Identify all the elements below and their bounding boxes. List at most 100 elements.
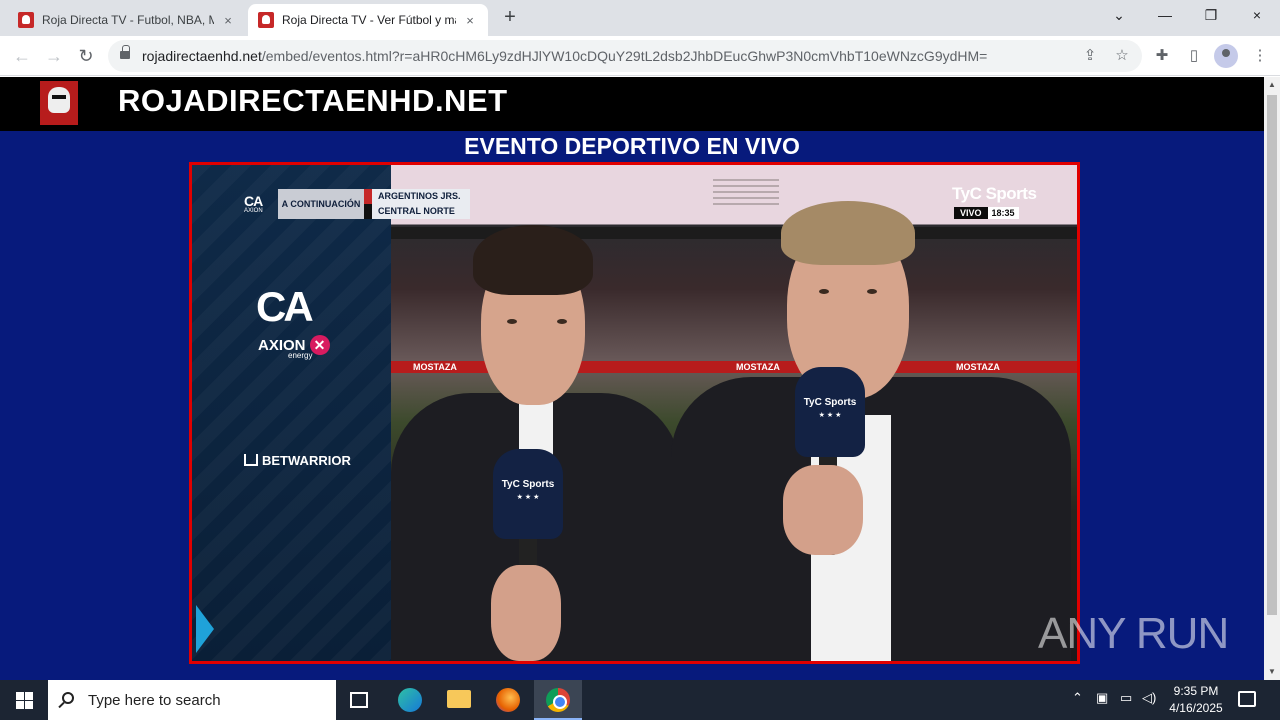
blue-arrow-graphic [196, 605, 214, 653]
scroll-thumb[interactable] [1267, 95, 1277, 615]
site-title[interactable]: ROJADIRECTAENHD.NET [118, 83, 508, 119]
page-scrollbar[interactable]: ▲ ▼ [1264, 77, 1280, 680]
next-match-label: A CONTINUACIÓN [278, 189, 364, 219]
site-favicon-icon [18, 12, 34, 28]
axion-energy-label: energy [288, 351, 313, 360]
presenter-right-eye [819, 289, 829, 294]
team-central-norte: CENTRAL NORTE [364, 204, 470, 219]
tyc-sports-logo: TyC Sports [952, 184, 1037, 203]
taskbar-date[interactable]: 4/16/2025 [1160, 701, 1232, 715]
live-label: VIVO [954, 207, 988, 219]
page-viewport: ROJADIRECTAENHD.NET EVENTO DEPORTIVO EN … [0, 77, 1264, 680]
video-player[interactable]: CA AXION ✕ energy BETWARRIOR CA MOSTAZA M… [189, 162, 1080, 664]
tab-search-chevron-icon[interactable]: ⌄ [1096, 0, 1142, 32]
folder-icon [447, 690, 471, 708]
tab-close-icon[interactable]: × [462, 13, 478, 28]
back-button[interactable]: ← [8, 42, 36, 70]
presenter-left-hand [491, 565, 561, 661]
start-button[interactable] [0, 680, 48, 720]
task-view-icon [350, 692, 368, 708]
lock-icon[interactable] [120, 45, 130, 61]
presenter-left-eye [507, 319, 517, 324]
profile-avatar[interactable] [1214, 44, 1238, 68]
windows-logo-icon [16, 701, 24, 709]
search-icon [62, 692, 74, 704]
presenter-right-eye [867, 289, 877, 294]
presenter-left-hair [473, 225, 593, 295]
presenter-right-hair [781, 201, 915, 265]
browser-toolbar: ← → ↻ rojadirectaenhd.net/embed/eventos.… [0, 36, 1280, 76]
bookmark-star-icon[interactable]: ☆ [1112, 46, 1132, 66]
mic-stars: ★ ★ ★ [516, 494, 540, 501]
betwarrior-icon [244, 454, 258, 466]
file-explorer-taskbar-button[interactable] [435, 680, 483, 720]
wall-sign [713, 175, 779, 221]
tab-close-icon[interactable]: × [220, 13, 236, 28]
mic-brand-label: TyC Sports [501, 479, 555, 490]
site-favicon-icon [258, 12, 274, 28]
tray-chevron-icon[interactable]: ⌃ [1072, 690, 1083, 706]
edge-icon [398, 688, 422, 712]
windows-logo-icon [25, 692, 33, 700]
overlay-axion-label: AXION [244, 208, 263, 214]
team-argentinos: ARGENTINOS JRS. [364, 189, 470, 204]
live-indicator: VIVO 18:35 [954, 207, 1019, 219]
ad-board-text: MOSTAZA [736, 362, 780, 372]
task-view-button[interactable] [336, 680, 384, 720]
scroll-down-arrow-icon[interactable]: ▼ [1264, 664, 1280, 680]
address-bar[interactable]: rojadirectaenhd.net/embed/eventos.html?r… [108, 40, 1142, 72]
network-icon[interactable]: ▭ [1120, 690, 1132, 706]
chrome-icon [546, 688, 570, 712]
panel-pattern [192, 165, 391, 661]
site-logo[interactable] [40, 81, 78, 125]
game-clock: 18:35 [987, 207, 1019, 219]
forward-button[interactable]: → [40, 42, 68, 70]
studio-scene: MOSTAZA MOSTAZA MOSTAZA TyC Sports ★ ★ ★ [391, 165, 1077, 661]
reload-button[interactable]: ↻ [72, 42, 100, 70]
chrome-menu-icon[interactable]: ⋮ [1249, 46, 1271, 66]
axion-x-icon: ✕ [309, 335, 330, 355]
presenter-right-hand [783, 465, 863, 555]
notifications-icon[interactable] [1238, 691, 1256, 707]
windows-logo-icon [25, 701, 33, 709]
taskbar-time[interactable]: 9:35 PM [1160, 684, 1232, 698]
ad-board-text: MOSTAZA [956, 362, 1000, 372]
firefox-taskbar-button[interactable] [484, 680, 532, 720]
restore-button[interactable]: ❐ [1188, 0, 1234, 32]
address-url[interactable]: rojadirectaenhd.net/embed/eventos.html?r… [142, 48, 987, 64]
tab-title: Roja Directa TV - Futbol, NBA, M [42, 13, 214, 27]
mic-windscreen: TyC Sports ★ ★ ★ [493, 449, 563, 539]
mic-brand-label: TyC Sports [803, 397, 857, 408]
event-heading: EVENTO DEPORTIVO EN VIVO [464, 133, 800, 159]
tab-title: Roja Directa TV - Ver Fútbol y ma [282, 13, 456, 27]
minimize-button[interactable]: — [1142, 0, 1188, 32]
windows-logo-icon [16, 692, 24, 700]
site-header: ROJADIRECTAENHD.NET [0, 77, 1264, 131]
scroll-up-arrow-icon[interactable]: ▲ [1264, 77, 1280, 93]
betwarrior-logo: BETWARRIOR [244, 453, 351, 468]
window-close-button[interactable]: × [1234, 0, 1280, 32]
windows-taskbar: Type here to search ⌃ ▣ ▭ ◁) 9:35 PM 4/1… [0, 680, 1280, 720]
ad-board-text: MOSTAZA [413, 362, 457, 372]
share-icon[interactable]: ⇪ [1080, 46, 1100, 66]
search-placeholder: Type here to search [88, 692, 221, 709]
tab-rojadirecta-2[interactable]: Roja Directa TV - Ver Fútbol y ma × [248, 4, 488, 36]
chrome-taskbar-button[interactable] [534, 680, 582, 720]
tray-device-icon[interactable]: ▣ [1096, 690, 1108, 706]
side-panel-icon[interactable]: ▯ [1183, 46, 1205, 66]
taskbar-search-box[interactable]: Type here to search [48, 680, 336, 720]
anyrun-watermark: ANY RUN [1038, 609, 1229, 658]
next-match-teams: ARGENTINOS JRS. CENTRAL NORTE [364, 189, 470, 219]
small-ca-logo: CA [244, 193, 263, 209]
presenter-left-eye [557, 319, 567, 324]
extensions-icon[interactable]: ✚ [1151, 46, 1173, 66]
new-tab-button[interactable]: + [498, 6, 522, 29]
firefox-icon [496, 688, 520, 712]
mic-stars: ★ ★ ★ [818, 412, 842, 419]
sponsor-panel: CA AXION ✕ energy BETWARRIOR CA [192, 165, 391, 661]
copa-argentina-logo: CA [256, 283, 314, 330]
mic-windscreen: TyC Sports ★ ★ ★ [795, 367, 865, 457]
tab-rojadirecta-1[interactable]: Roja Directa TV - Futbol, NBA, M × [8, 4, 246, 36]
edge-taskbar-button[interactable] [386, 680, 434, 720]
volume-icon[interactable]: ◁) [1142, 690, 1156, 706]
